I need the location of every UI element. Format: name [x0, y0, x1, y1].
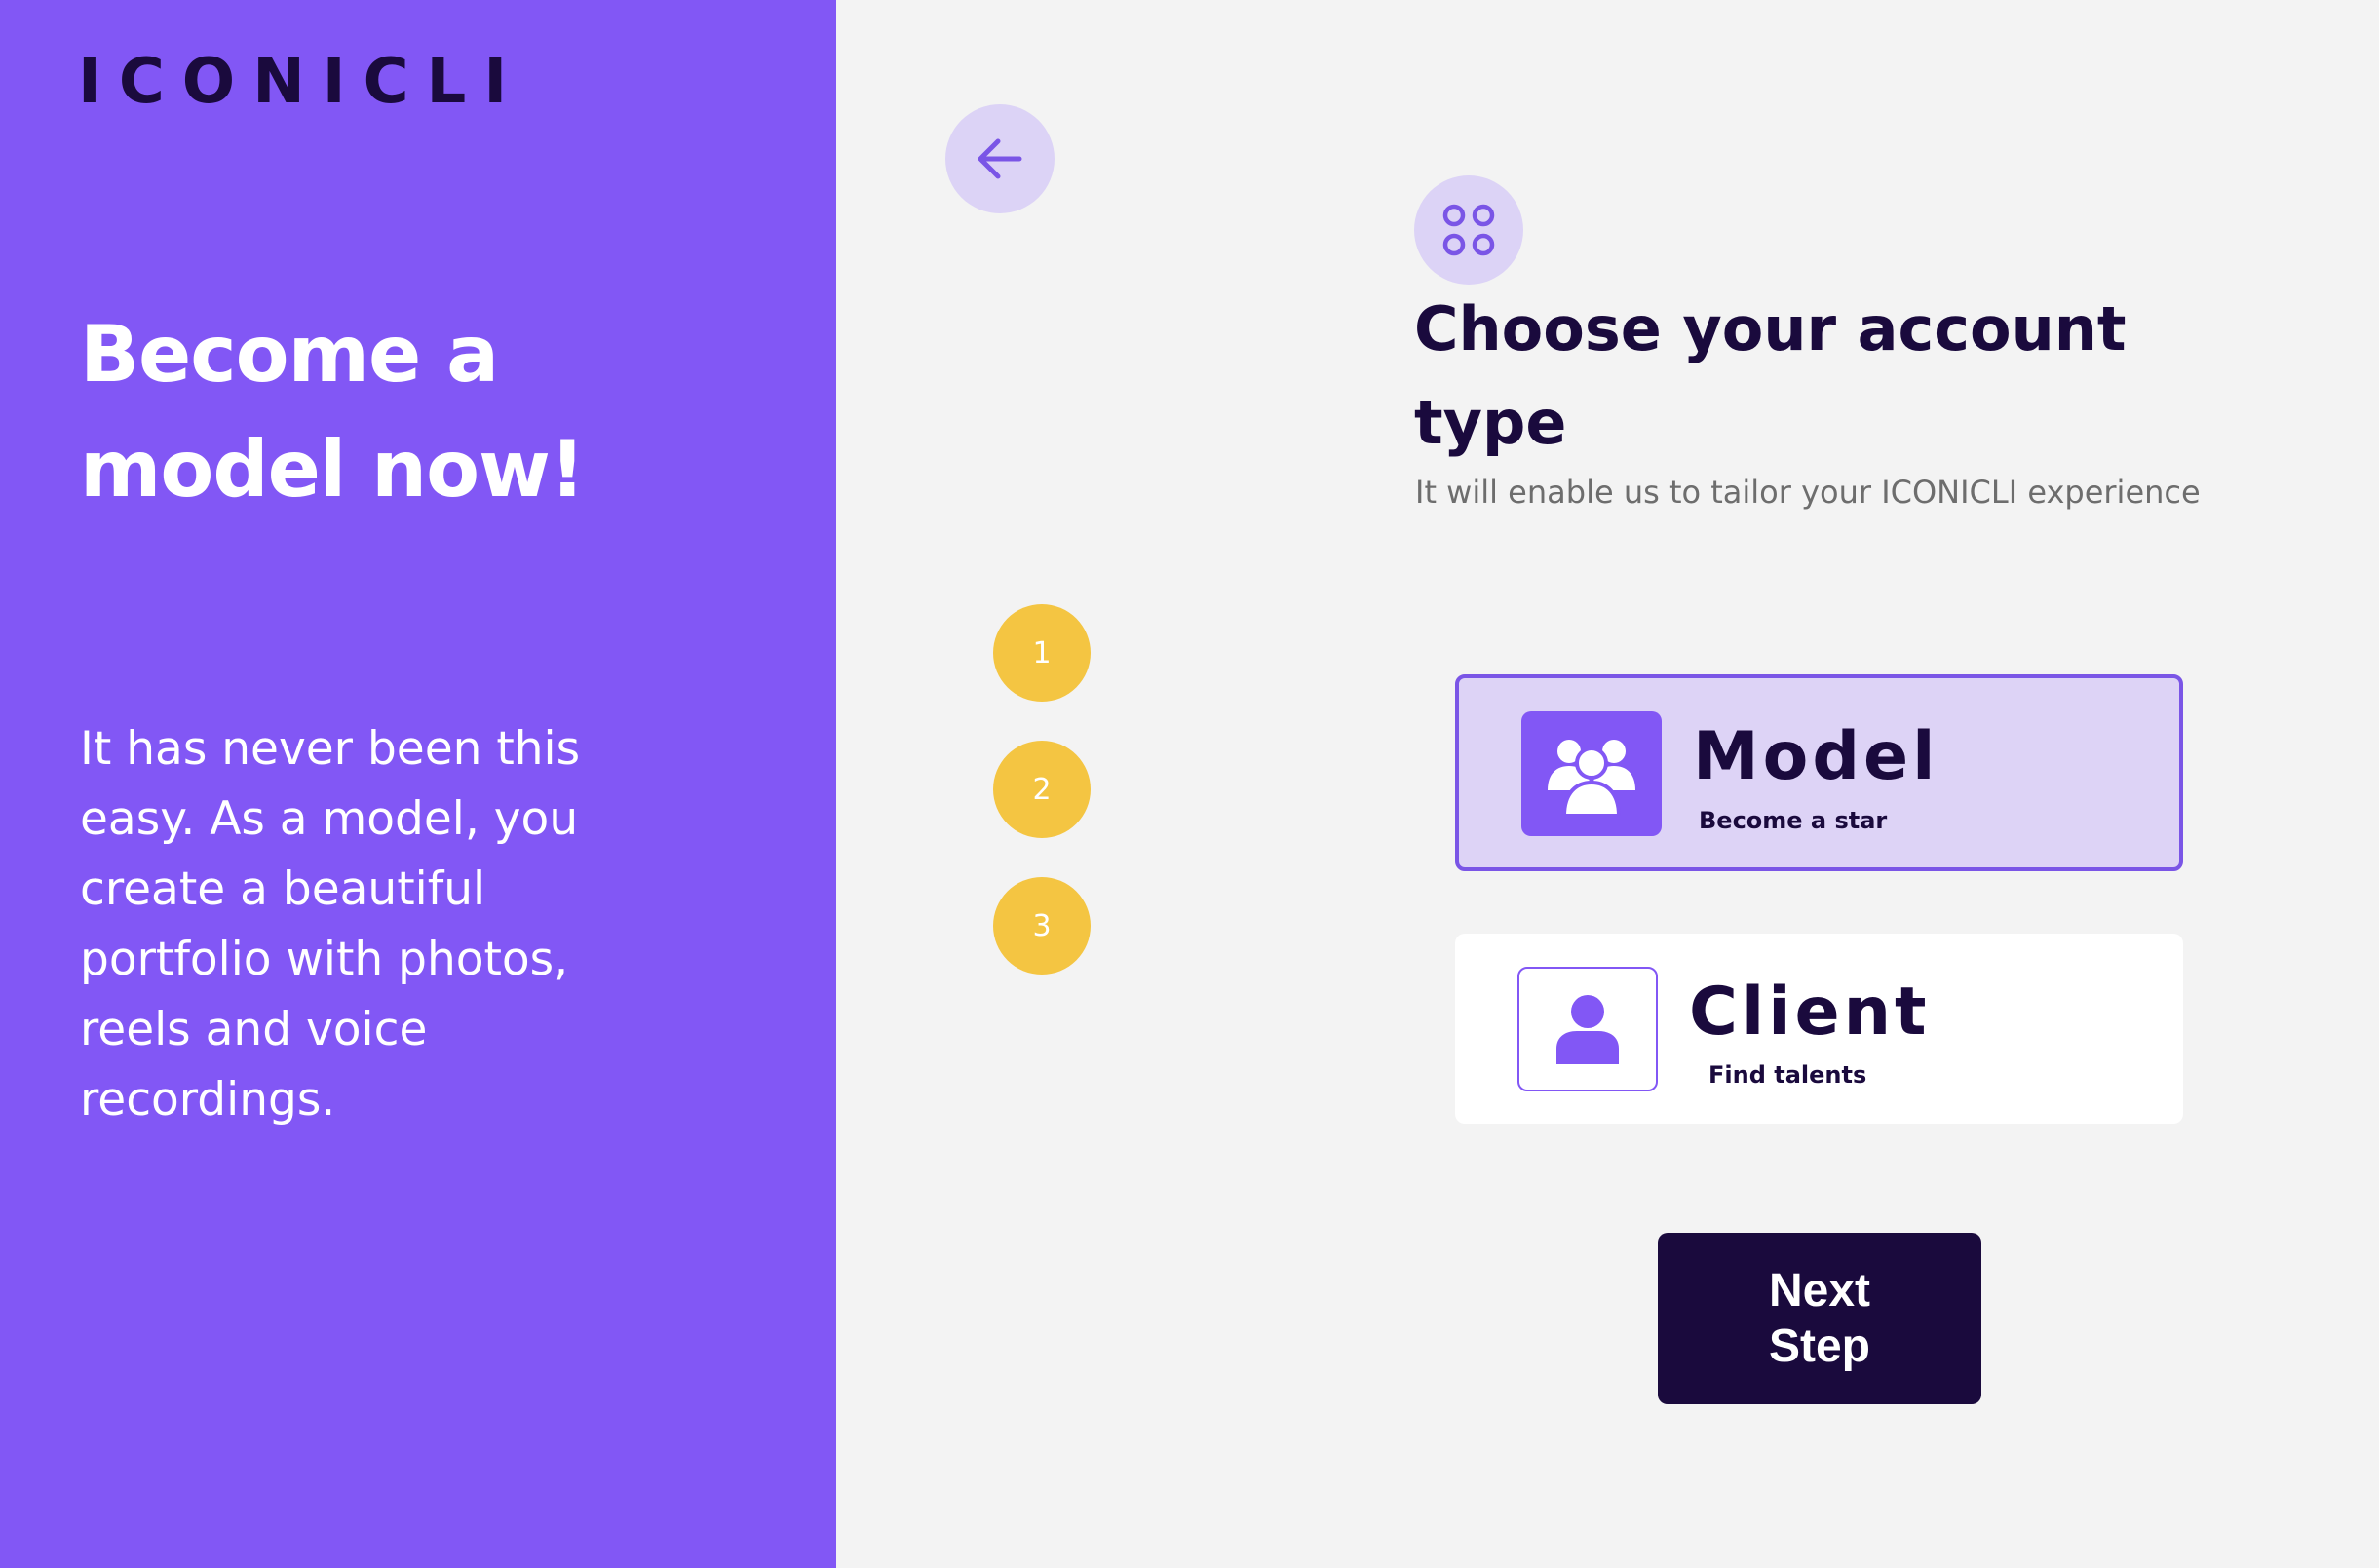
step-3[interactable]: 3 [993, 877, 1091, 975]
user-icon [1517, 967, 1658, 1091]
logo[interactable]: ICONICLI [78, 51, 524, 113]
hero-description: It has never been this easy. As a model,… [80, 722, 581, 1127]
back-button[interactable] [945, 104, 1055, 213]
account-type-client-card[interactable]: Client Find talents [1455, 934, 2183, 1124]
left-panel: ICONICLI Become a model now! It has neve… [0, 0, 836, 1568]
option-title: Client [1689, 974, 1931, 1051]
page-subtitle: It will enable us to tailor your ICONICL… [1415, 474, 2201, 511]
arrow-left-icon [978, 138, 1022, 179]
next-step-button[interactable]: Next Step [1658, 1233, 1981, 1404]
hero-title: Become a model now! [80, 309, 585, 515]
step-1[interactable]: 1 [993, 604, 1091, 702]
grid-circles-icon [1414, 175, 1523, 285]
option-title: Model [1693, 718, 1939, 795]
option-subtitle: Become a star [1699, 807, 1888, 834]
option-subtitle: Find talents [1708, 1061, 1867, 1089]
step-2[interactable]: 2 [993, 741, 1091, 838]
users-group-icon [1521, 711, 1662, 836]
page: ICONICLI Become a model now! It has neve… [0, 0, 2379, 1568]
account-type-model-card[interactable]: Model Become a star [1455, 674, 2183, 871]
page-title: Choose your account type [1414, 293, 2127, 458]
